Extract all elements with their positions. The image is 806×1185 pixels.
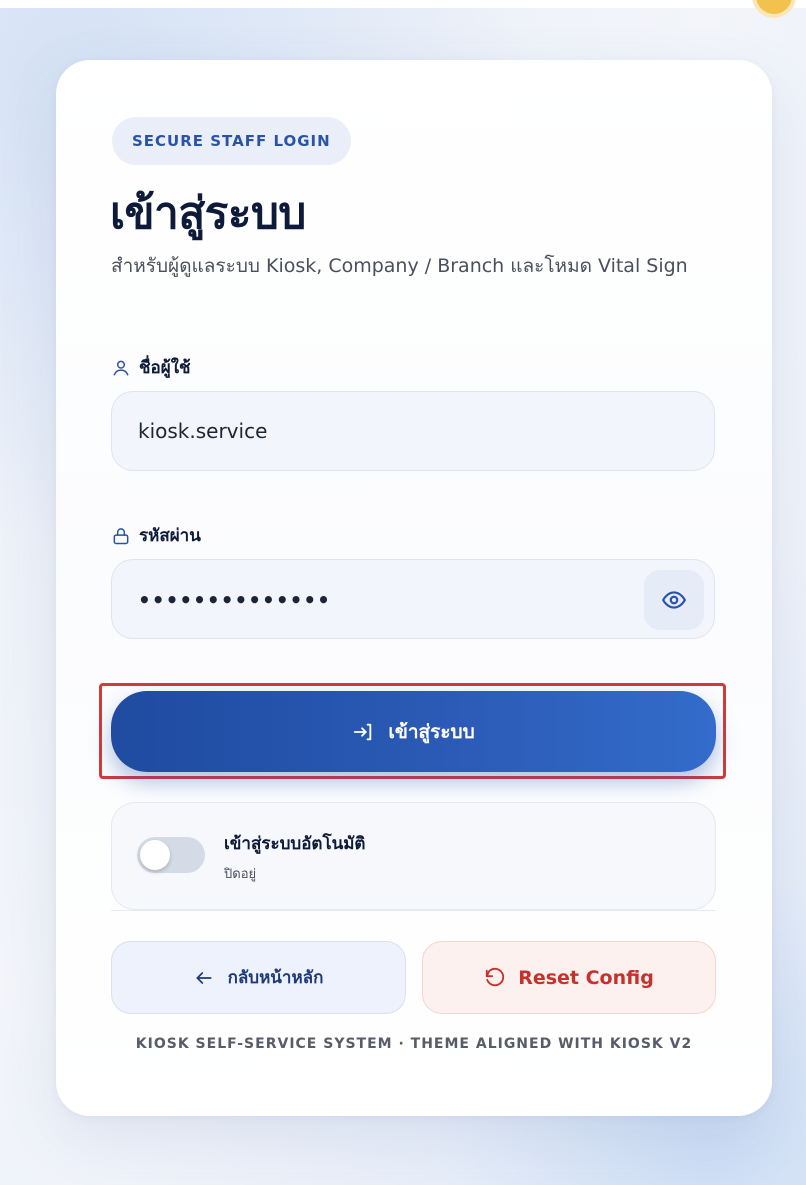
login-button[interactable]: เข้าสู่ระบบ xyxy=(111,691,716,772)
toggle-password-visibility-button[interactable] xyxy=(644,570,704,630)
username-input[interactable] xyxy=(112,392,714,470)
toggle-knob xyxy=(140,840,170,870)
username-label-text: ชื่อผู้ใช้ xyxy=(139,358,191,378)
page-subtitle: สำหรับผู้ดูแลระบบ Kiosk, Company / Branc… xyxy=(111,255,688,277)
lock-icon xyxy=(113,527,129,544)
password-input[interactable]: •••••••••••••• xyxy=(138,560,331,640)
login-button-label: เข้าสู่ระบบ xyxy=(388,720,475,743)
back-to-home-button[interactable]: กลับหน้าหลัก xyxy=(111,941,406,1014)
secure-login-badge: SECURE STAFF LOGIN xyxy=(112,117,351,165)
auto-login-panel: เข้าสู่ระบบอัตโนมัติ ปิดอยู่ xyxy=(111,802,716,910)
login-arrow-icon xyxy=(354,723,372,740)
auto-login-toggle[interactable] xyxy=(137,837,205,873)
auto-login-status: ปิดอยู่ xyxy=(224,867,257,882)
password-label-text: รหัสผ่าน xyxy=(139,526,201,546)
reset-config-button[interactable]: Reset Config xyxy=(422,941,716,1014)
auto-login-title: เข้าสู่ระบบอัตโนมัติ xyxy=(224,834,366,854)
login-card: SECURE STAFF LOGIN เข้าสู่ระบบ สำหรับผู้… xyxy=(56,60,772,1116)
arrow-left-icon xyxy=(196,971,212,984)
user-icon xyxy=(113,360,129,375)
eye-icon xyxy=(662,591,686,609)
footer-text: KIOSK SELF-SERVICE SYSTEM · THEME ALIGNE… xyxy=(135,1036,693,1052)
username-label: ชื่อผู้ใช้ xyxy=(111,354,191,381)
username-field[interactable] xyxy=(111,391,715,471)
back-button-label: กลับหน้าหลัก xyxy=(227,968,324,988)
page-title: เข้าสู่ระบบ xyxy=(110,188,306,239)
divider xyxy=(111,910,716,911)
password-field[interactable]: •••••••••••••• xyxy=(111,559,715,639)
reset-icon xyxy=(486,967,505,986)
top-edge xyxy=(0,0,806,8)
reset-button-label: Reset Config xyxy=(518,966,654,989)
password-label: รหัสผ่าน xyxy=(111,522,201,549)
